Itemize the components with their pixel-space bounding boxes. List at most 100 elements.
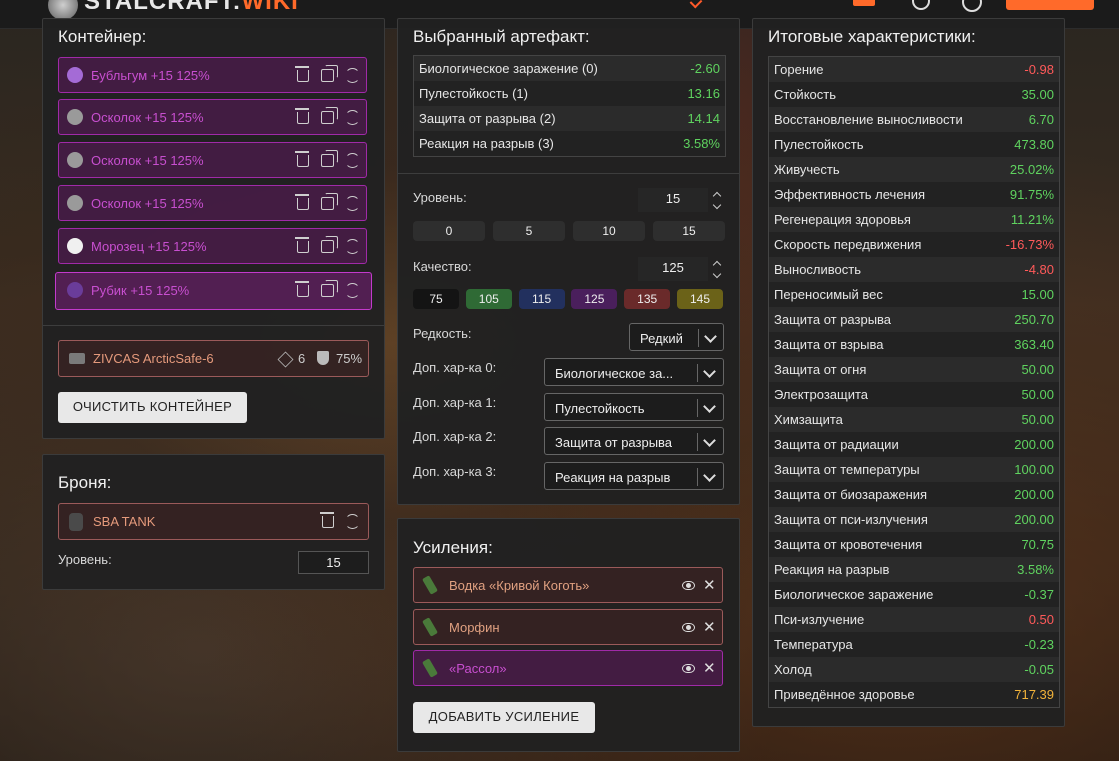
container-slot[interactable]: Осколок +15 125% [58, 99, 367, 135]
container-slot[interactable]: Рубик +15 125% [55, 272, 372, 310]
stat-name: Электрозащита [774, 387, 869, 402]
quality-preset-button[interactable]: 105 [465, 289, 512, 309]
chevron-down-icon [703, 434, 716, 447]
copy-icon[interactable] [321, 65, 338, 82]
stat-value: 11.21% [1010, 212, 1054, 227]
container-item[interactable]: ZIVCAS ArcticSafe-6 6 75% [58, 340, 369, 377]
copy-icon[interactable] [321, 236, 338, 253]
extra-stat-select[interactable]: Биологическое за... [544, 358, 724, 386]
level-preset-button[interactable]: 5 [493, 221, 565, 241]
quality-decrement-icon[interactable] [712, 269, 722, 279]
armor-level-label: Уровень: [58, 552, 112, 567]
quality-input[interactable]: 125 [638, 257, 708, 281]
swap-icon[interactable] [345, 514, 360, 529]
stat-name: Регенерация здоровья [774, 212, 911, 227]
swap-icon[interactable] [345, 239, 360, 254]
delete-icon[interactable] [295, 151, 309, 167]
level-input[interactable]: 15 [638, 188, 708, 212]
level-increment-icon[interactable] [712, 191, 722, 201]
copy-icon[interactable] [321, 193, 338, 210]
quality-preset-button[interactable]: 115 [518, 289, 565, 309]
close-icon[interactable]: ✕ [703, 659, 716, 677]
add-boost-button[interactable]: ДОБАВИТЬ УСИЛЕНИЕ [413, 702, 595, 733]
login-button[interactable] [1006, 0, 1094, 10]
rubik-icon [67, 282, 83, 298]
eye-icon[interactable] [682, 664, 695, 673]
boost-label: Морфин [449, 619, 500, 635]
stat-name: Защита от взрыва [774, 337, 884, 352]
extra-stat-select[interactable]: Пулестойкость [544, 392, 724, 421]
container-slot[interactable]: Морозец +15 125% [58, 228, 367, 264]
swap-icon[interactable] [345, 68, 360, 83]
container-slot[interactable]: Бубльгум +15 125% [58, 57, 367, 93]
table-row: Биологическое заражение -0.37 [769, 582, 1059, 607]
copy-icon[interactable] [321, 150, 338, 167]
level-decrement-icon[interactable] [712, 200, 722, 210]
container-slot[interactable]: Осколок +15 125% [58, 142, 367, 178]
level-preset-button[interactable]: 10 [573, 221, 645, 241]
artifact-stats-table: Биологическое заражение (0) -2.60 Пулестой… [413, 55, 726, 157]
swap-icon[interactable] [345, 283, 360, 298]
quality-preset-button[interactable]: 75 [413, 289, 459, 309]
totals-table: Горение -0.98 Стойкость 35.00 Восстановление… [768, 56, 1060, 708]
quality-preset-button[interactable]: 135 [624, 289, 671, 309]
stat-name: Выносливость [774, 262, 861, 277]
table-row: Живучесть 25.02% [769, 157, 1059, 182]
table-row: Защита от кровотечения 70.75 [769, 532, 1059, 557]
logo-icon[interactable] [48, 0, 78, 20]
table-row: Пси-излучение 0.50 [769, 607, 1059, 632]
delete-icon[interactable] [295, 108, 309, 124]
stat-name: Стойкость [774, 87, 836, 102]
stat-value: 13.16 [687, 86, 720, 101]
shard-icon [67, 109, 83, 125]
boosts-title: Усиления: [413, 538, 493, 557]
copy-icon[interactable] [321, 107, 338, 124]
stat-name: Биологическое заражение (0) [419, 61, 598, 76]
site-logo[interactable]: STALCRAFT:WIKI [84, 0, 299, 16]
container-slot[interactable]: Осколок +15 125% [58, 185, 367, 221]
eye-icon[interactable] [682, 622, 695, 632]
close-icon[interactable]: ✕ [703, 618, 716, 636]
extra-stat-select[interactable]: Защита от разрыва [544, 427, 724, 455]
stat-value: 3.58% [1017, 562, 1054, 577]
extra-stat-select[interactable]: Реакция на разрыв [544, 461, 724, 490]
close-icon[interactable]: ✕ [703, 576, 716, 594]
chevron-icon[interactable] [689, 0, 703, 9]
delete-icon[interactable] [295, 281, 309, 297]
stat-name: Приведённое здоровье [774, 687, 915, 702]
level-preset-button[interactable]: 0 [413, 221, 485, 241]
search-icon[interactable] [912, 0, 930, 10]
stat-value: 14.14 [687, 111, 720, 126]
table-row: Реакция на разрыв (3) 3.58% [414, 131, 725, 156]
stat-value: 70.75 [1021, 537, 1054, 552]
boost-item[interactable]: «Рассол» ✕ [413, 650, 723, 686]
swap-icon[interactable] [345, 153, 360, 168]
armor-item[interactable]: SBA TANK [58, 503, 369, 540]
copy-icon[interactable] [321, 280, 338, 297]
divider [43, 325, 384, 326]
clear-container-button[interactable]: ОЧИСТИТЬ КОНТЕЙНЕР [58, 392, 247, 423]
boost-item[interactable]: Морфин ✕ [413, 608, 723, 645]
quality-preset-button[interactable]: 145 [677, 289, 723, 309]
notification-badge[interactable] [853, 0, 875, 6]
boost-item[interactable]: Водка «Кривой Коготь» ✕ [413, 567, 723, 603]
level-preset-button[interactable]: 15 [653, 221, 725, 241]
stat-value: 50.00 [1021, 412, 1054, 427]
delete-icon[interactable] [295, 194, 309, 210]
stat-value: 6.70 [1028, 112, 1054, 127]
armor-level-input[interactable]: 15 [298, 551, 369, 574]
stat-name: Защита от радиации [774, 437, 899, 452]
rarity-select[interactable]: Редкий [629, 323, 724, 351]
quality-increment-icon[interactable] [712, 260, 722, 270]
globe-icon[interactable] [962, 0, 982, 12]
delete-icon[interactable] [320, 512, 334, 528]
quality-preset-button[interactable]: 125 [571, 289, 618, 309]
stat-name: Реакция на разрыв (3) [419, 136, 554, 151]
delete-icon[interactable] [295, 237, 309, 253]
delete-icon[interactable] [295, 66, 309, 82]
swap-icon[interactable] [345, 110, 360, 125]
stat-name: Холод [774, 662, 812, 677]
stat-name: Пулестойкость [774, 137, 864, 152]
swap-icon[interactable] [345, 196, 360, 211]
eye-icon[interactable] [682, 581, 695, 590]
